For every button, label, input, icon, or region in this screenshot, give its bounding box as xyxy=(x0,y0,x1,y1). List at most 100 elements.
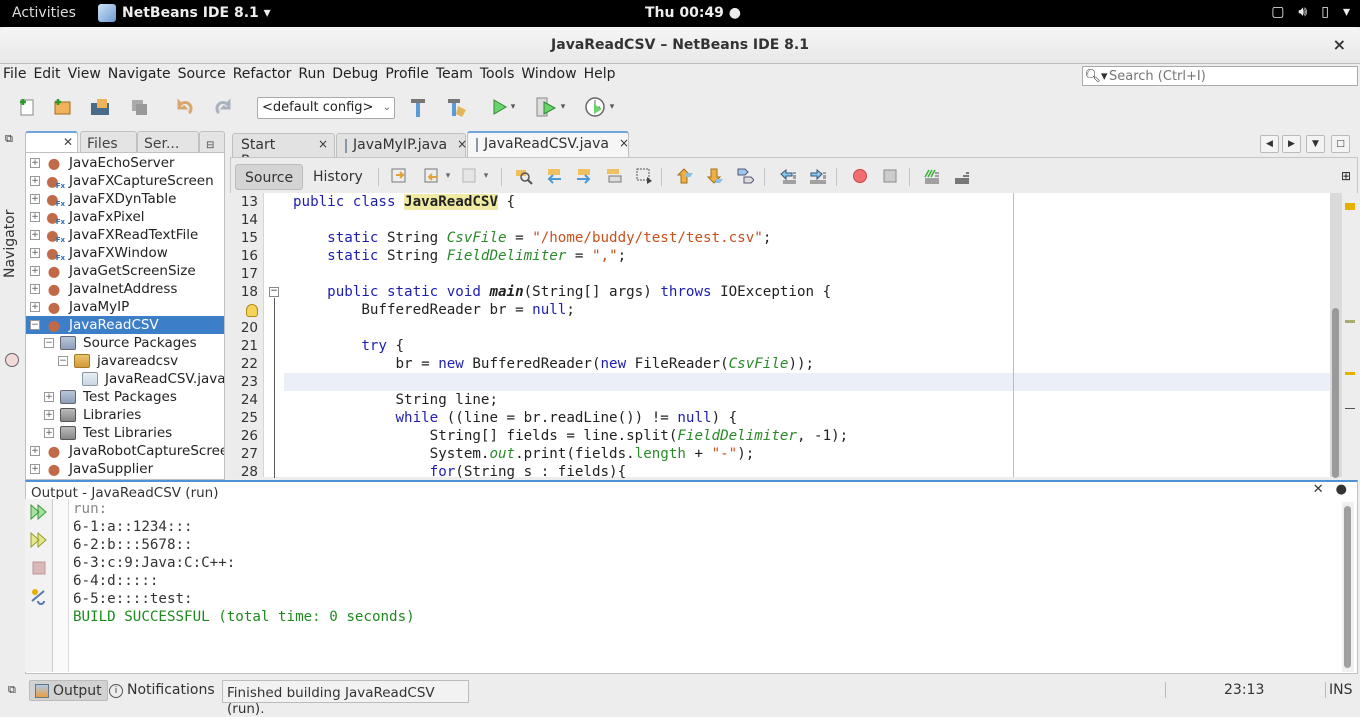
build-hammer-icon[interactable] xyxy=(406,95,430,119)
scroll-tabs-right-button[interactable]: ▶ xyxy=(1282,135,1301,153)
code-line[interactable]: public static void main(String[] args) t… xyxy=(293,283,831,301)
comment-icon[interactable] xyxy=(923,167,941,185)
maximize-window-button[interactable]: □ xyxy=(1331,135,1350,153)
start-macro-recording-icon[interactable] xyxy=(851,167,869,185)
back-dropdown-icon[interactable]: ▾ xyxy=(443,167,453,185)
tree-item[interactable]: + JavaInetAddress xyxy=(26,280,224,298)
toggle-bookmark-icon[interactable] xyxy=(736,167,754,185)
expand-icon[interactable]: + xyxy=(44,428,54,438)
tree-item[interactable]: + JavaMyIP xyxy=(26,298,224,316)
tree-item[interactable]: + JavaFXCaptureScreen xyxy=(26,172,224,190)
tab-javareadcsv[interactable]: JavaReadCSV.java × xyxy=(467,131,629,157)
uncomment-icon[interactable] xyxy=(953,167,971,185)
undo-icon[interactable] xyxy=(173,95,197,119)
run-dropdown-icon[interactable]: ▾ xyxy=(507,95,519,119)
rerun-icon[interactable] xyxy=(30,503,48,521)
expand-icon[interactable]: + xyxy=(44,392,54,402)
menu-team[interactable]: Team xyxy=(436,66,473,88)
annotation-marker[interactable] xyxy=(1345,320,1355,323)
code-line[interactable]: static String CsvFile = "/home/buddy/tes… xyxy=(293,229,771,247)
menu-file[interactable]: File xyxy=(3,66,26,88)
scrollbar-thumb[interactable] xyxy=(1332,308,1339,478)
toggle-rectangular-selection-icon[interactable] xyxy=(635,167,653,185)
close-icon[interactable]: × xyxy=(457,137,467,157)
caret-position[interactable]: 23:13 xyxy=(1224,682,1264,698)
tree-item[interactable]: + JavaGetScreenSize xyxy=(26,262,224,280)
collapse-icon[interactable]: − xyxy=(58,356,68,366)
tree-item[interactable]: + JavaFxPixel xyxy=(26,208,224,226)
clean-build-icon[interactable] xyxy=(445,95,469,119)
tab-files[interactable]: Files xyxy=(80,131,137,153)
system-tray[interactable]: ▢ 🔊︎ ▯ ▾ xyxy=(1271,4,1350,20)
expand-icon[interactable]: + xyxy=(30,302,40,312)
volume-icon[interactable]: 🔊︎ xyxy=(1298,4,1307,20)
expand-icon[interactable]: + xyxy=(30,212,40,222)
code-line[interactable]: for(String s : fields){ xyxy=(293,463,626,481)
expand-icon[interactable]: + xyxy=(30,266,40,276)
menu-run[interactable]: Run xyxy=(298,66,325,88)
menu-edit[interactable]: Edit xyxy=(33,66,60,88)
hint-bulb-icon[interactable] xyxy=(246,304,258,317)
close-icon[interactable]: × xyxy=(318,137,328,157)
restore-window-icon[interactable]: ⧉ xyxy=(5,132,13,146)
tree-item[interactable]: − javareadcsv xyxy=(26,352,224,370)
app-menu[interactable]: NetBeans IDE 8.1 ▾ xyxy=(98,4,271,22)
next-bookmark-icon[interactable] xyxy=(706,167,724,185)
toggle-highlight-search-icon[interactable] xyxy=(605,167,623,185)
activities-button[interactable]: Activities xyxy=(12,5,76,21)
menu-source[interactable]: Source xyxy=(178,66,226,88)
tree-item[interactable]: JavaReadCSV.java xyxy=(26,370,224,388)
minimize-panel-button[interactable]: ⊟ xyxy=(199,131,225,153)
split-editor-icon[interactable]: ⊞ xyxy=(1337,167,1355,185)
output-vertical-scrollbar[interactable] xyxy=(1342,502,1354,672)
collapse-icon[interactable]: − xyxy=(30,320,40,330)
menu-window[interactable]: Window xyxy=(521,66,576,88)
expand-icon[interactable]: + xyxy=(30,176,40,186)
tree-item[interactable]: + JavaFXDynTable xyxy=(26,190,224,208)
close-icon[interactable]: ✕ xyxy=(1313,482,1324,497)
menu-view[interactable]: View xyxy=(68,66,101,88)
tree-item[interactable]: − JavaReadCSV xyxy=(26,316,224,334)
find-previous-icon[interactable] xyxy=(545,167,563,185)
expand-icon[interactable]: + xyxy=(30,464,40,474)
screen-icon[interactable]: ▢ xyxy=(1271,4,1284,20)
tab-javamyip[interactable]: JavaMyIP.java × xyxy=(336,133,467,157)
tab-services[interactable]: Ser... xyxy=(137,131,199,153)
menu-profile[interactable]: Profile xyxy=(385,66,429,88)
find-next-icon[interactable] xyxy=(575,167,593,185)
expand-icon[interactable]: + xyxy=(30,248,40,258)
tree-item[interactable]: + Test Packages xyxy=(26,388,224,406)
new-project-icon[interactable] xyxy=(50,95,74,119)
code-line[interactable]: System.out.print(fields.length + "-"); xyxy=(293,445,755,463)
shift-right-icon[interactable] xyxy=(809,167,827,185)
project-tree[interactable]: + JavaEchoServer + JavaFXCaptureScreen + Java… xyxy=(25,152,225,480)
insert-mode[interactable]: INS xyxy=(1329,682,1353,698)
expand-icon[interactable]: + xyxy=(30,284,40,294)
search-icon[interactable]: 🔍︎▾ xyxy=(1083,69,1109,84)
source-view-button[interactable]: Source xyxy=(235,164,304,190)
navigator-label[interactable]: Navigator xyxy=(2,209,18,278)
expand-icon[interactable]: + xyxy=(30,446,40,456)
open-project-icon[interactable] xyxy=(88,95,112,119)
redo-icon[interactable] xyxy=(211,95,235,119)
code-line[interactable]: static String FieldDelimiter = ","; xyxy=(293,247,626,265)
code-line[interactable]: br = new BufferedReader(new FileReader(C… xyxy=(293,355,814,373)
tree-item[interactable]: + JavaEchoServer xyxy=(26,154,224,172)
menu-arrow-icon[interactable]: ▾ xyxy=(1343,4,1350,20)
output-window-tab[interactable]: Output xyxy=(29,680,108,701)
debug-dropdown-icon[interactable]: ▾ xyxy=(557,95,569,119)
config-select[interactable]: <default config> ⌄ xyxy=(257,97,395,119)
expand-icon[interactable]: + xyxy=(30,158,40,168)
new-file-icon[interactable] xyxy=(15,95,39,119)
code-line[interactable]: while ((line = br.readLine()) != null) { xyxy=(293,409,738,427)
debug-icon[interactable] xyxy=(534,95,558,119)
tree-item[interactable]: + JavaFXWindow xyxy=(26,244,224,262)
tree-item[interactable]: + JavaSupplier xyxy=(26,460,224,478)
code-line[interactable]: BufferedReader br = null; xyxy=(293,301,575,319)
previous-bookmark-icon[interactable] xyxy=(676,167,694,185)
profile-icon[interactable] xyxy=(583,95,607,119)
expand-icon[interactable]: + xyxy=(44,410,54,420)
menu-refactor[interactable]: Refactor xyxy=(233,66,292,88)
save-all-icon[interactable] xyxy=(127,95,151,119)
forward-dropdown-icon[interactable]: ▾ xyxy=(481,167,491,185)
